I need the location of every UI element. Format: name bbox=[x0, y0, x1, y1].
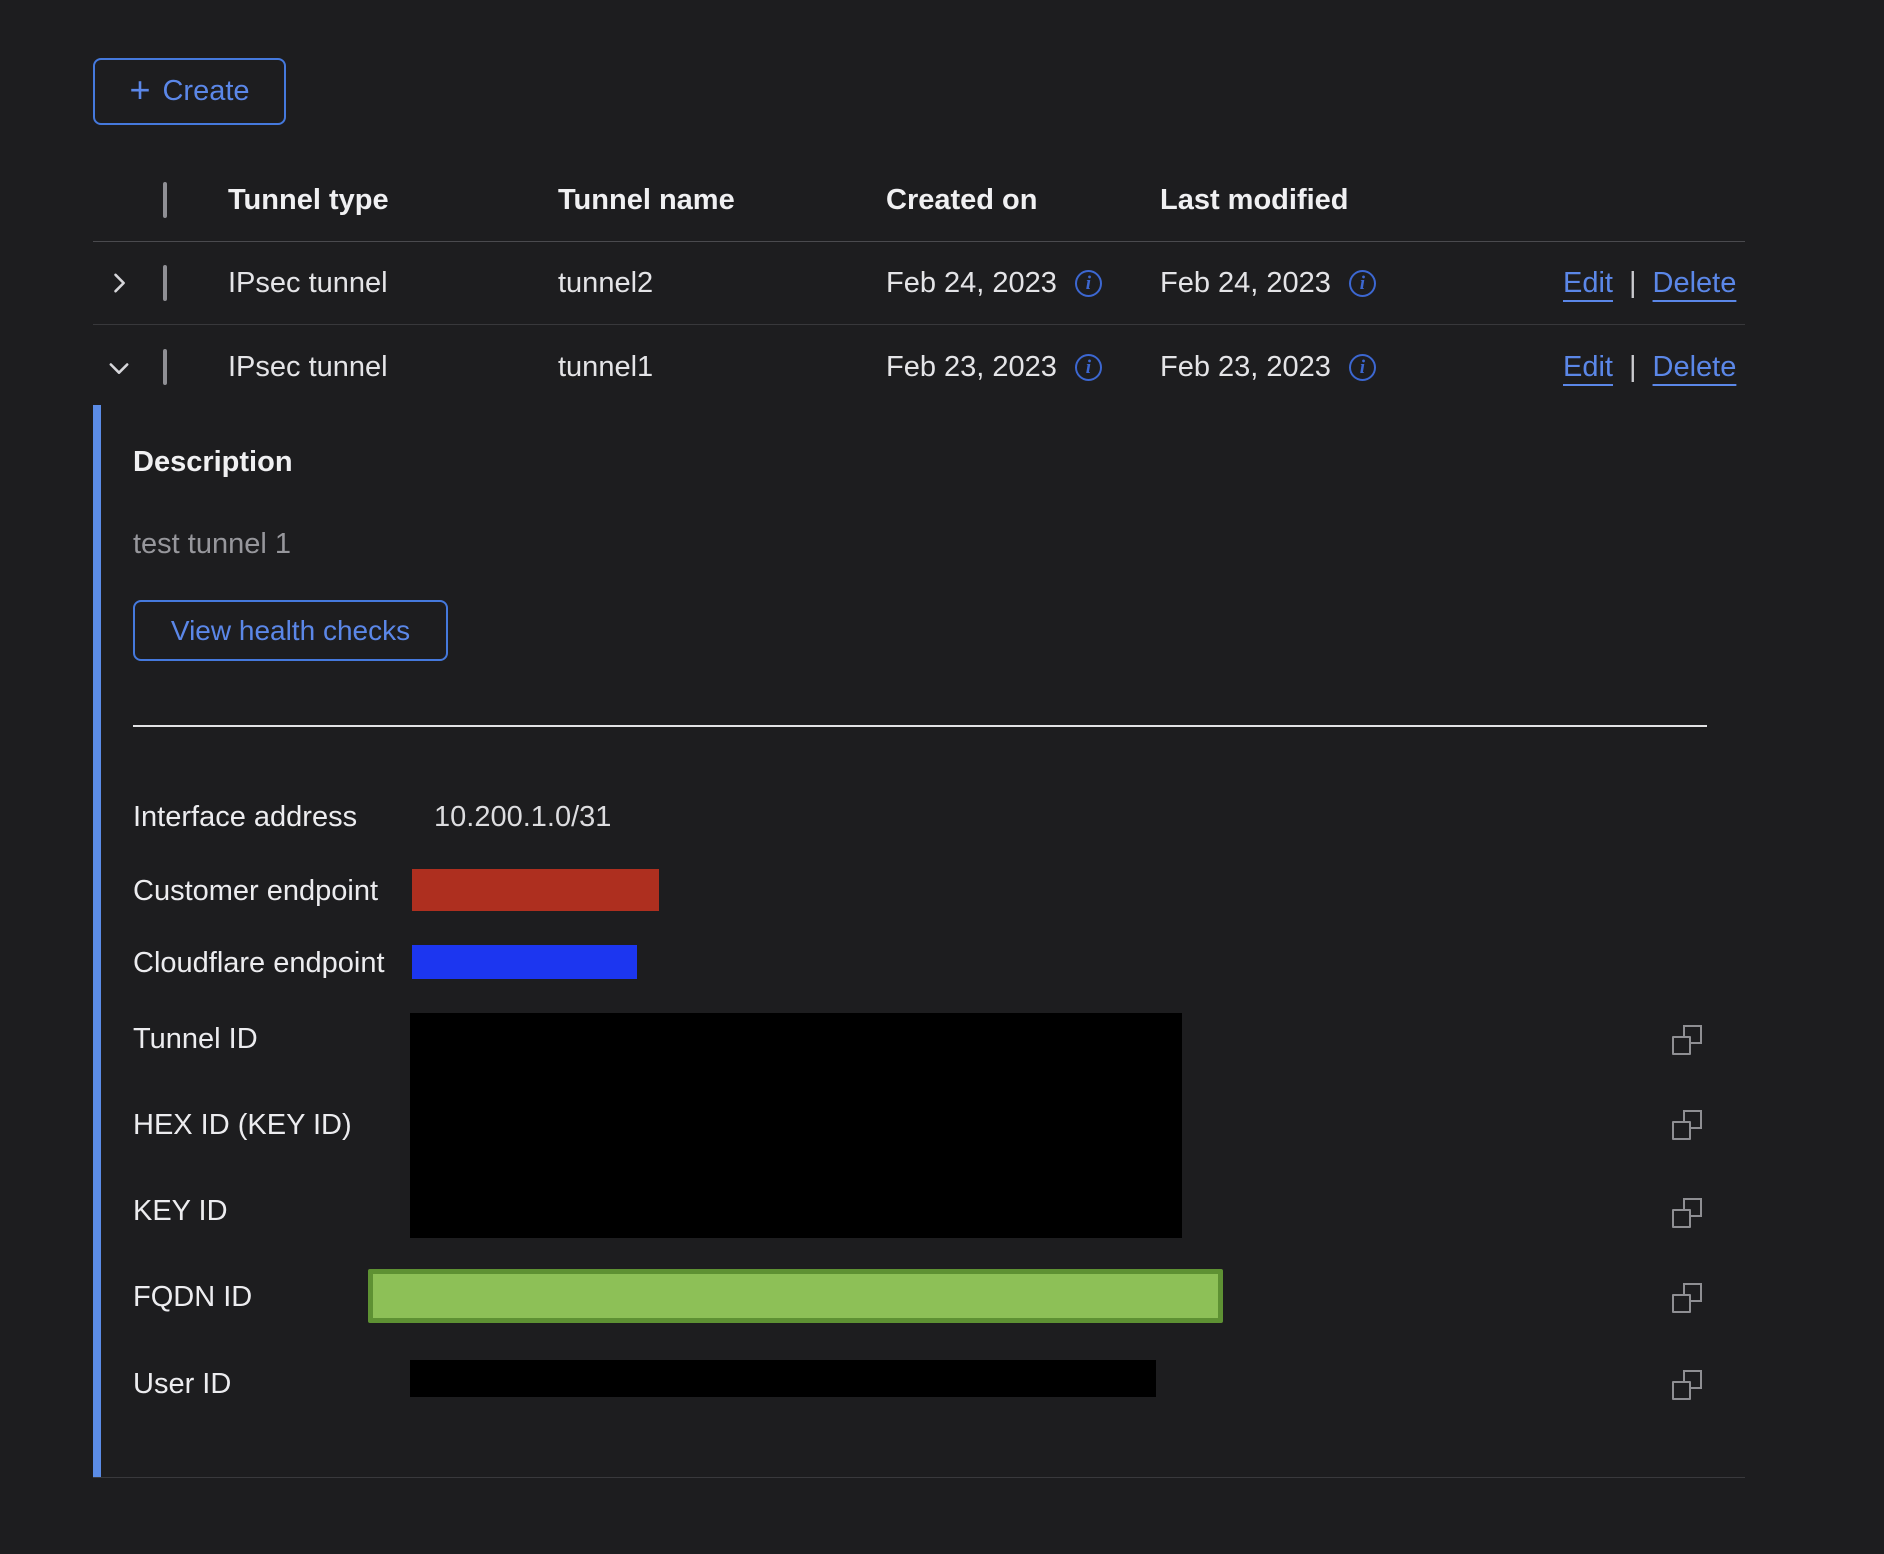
description-label: Description bbox=[133, 446, 293, 479]
interface-address-value: 10.200.1.0/31 bbox=[434, 801, 611, 834]
created-on-cell: Feb 23, 2023 bbox=[886, 351, 1057, 384]
fqdn-id-redacted-value bbox=[368, 1269, 1223, 1323]
row-checkbox[interactable] bbox=[163, 349, 167, 385]
ids-redacted-value bbox=[410, 1013, 1182, 1238]
tunnel-detail-panel: Description test tunnel 1 View health ch… bbox=[93, 410, 1745, 1478]
row-checkbox[interactable] bbox=[163, 265, 167, 301]
chevron-right-icon bbox=[105, 269, 133, 297]
edit-link[interactable]: Edit bbox=[1563, 267, 1613, 300]
action-separator: | bbox=[1629, 351, 1637, 384]
view-health-checks-button[interactable]: View health checks bbox=[133, 600, 448, 661]
expand-row-button[interactable] bbox=[99, 263, 139, 303]
interface-address-label: Interface address bbox=[133, 801, 357, 834]
tunnel-type-cell: IPsec tunnel bbox=[228, 267, 558, 300]
table-row-expanded: IPsec tunnel tunnel1 Feb 23, 2023 i Feb … bbox=[93, 325, 1745, 410]
expanded-row-accent-bar bbox=[93, 405, 101, 1477]
plus-icon: + bbox=[129, 72, 150, 108]
copy-fqdn-id-button[interactable] bbox=[1672, 1283, 1702, 1313]
create-button[interactable]: + Create bbox=[93, 58, 286, 125]
tunnel-name-cell: tunnel2 bbox=[558, 267, 886, 300]
column-header-tunnel-name: Tunnel name bbox=[558, 184, 886, 217]
fqdn-id-label: FQDN ID bbox=[133, 1281, 252, 1314]
info-icon[interactable]: i bbox=[1075, 354, 1102, 381]
tunnel-name-cell: tunnel1 bbox=[558, 351, 886, 384]
cloudflare-endpoint-label: Cloudflare endpoint bbox=[133, 947, 385, 980]
description-value: test tunnel 1 bbox=[133, 528, 291, 561]
column-header-tunnel-type: Tunnel type bbox=[228, 184, 558, 217]
collapse-row-button[interactable] bbox=[99, 348, 139, 388]
last-modified-cell: Feb 24, 2023 bbox=[1160, 267, 1331, 300]
table-row: IPsec tunnel tunnel2 Feb 24, 2023 i Feb … bbox=[93, 242, 1745, 325]
chevron-down-icon bbox=[105, 354, 133, 382]
column-header-last-modified: Last modified bbox=[1160, 184, 1543, 217]
table-header-row: Tunnel type Tunnel name Created on Last … bbox=[93, 160, 1745, 242]
delete-link[interactable]: Delete bbox=[1653, 267, 1737, 300]
user-id-redacted-value bbox=[410, 1360, 1156, 1397]
tunnels-table: Tunnel type Tunnel name Created on Last … bbox=[93, 160, 1745, 410]
copy-key-id-button[interactable] bbox=[1672, 1198, 1702, 1228]
tunnel-id-label: Tunnel ID bbox=[133, 1023, 258, 1056]
created-on-cell: Feb 24, 2023 bbox=[886, 267, 1057, 300]
divider bbox=[133, 725, 1707, 727]
select-all-checkbox[interactable] bbox=[163, 182, 167, 218]
hex-id-label: HEX ID (KEY ID) bbox=[133, 1109, 352, 1142]
tunnel-type-cell: IPsec tunnel bbox=[228, 351, 558, 384]
info-icon[interactable]: i bbox=[1349, 354, 1376, 381]
tunnels-page: { "toolbar": { "create_label": "Create",… bbox=[0, 0, 1884, 1554]
info-icon[interactable]: i bbox=[1349, 270, 1376, 297]
last-modified-cell: Feb 23, 2023 bbox=[1160, 351, 1331, 384]
customer-endpoint-redacted-value bbox=[412, 869, 659, 911]
key-id-label: KEY ID bbox=[133, 1195, 228, 1228]
copy-user-id-button[interactable] bbox=[1672, 1370, 1702, 1400]
info-icon[interactable]: i bbox=[1075, 270, 1102, 297]
copy-tunnel-id-button[interactable] bbox=[1672, 1025, 1702, 1055]
delete-link[interactable]: Delete bbox=[1653, 351, 1737, 384]
create-button-label: Create bbox=[162, 75, 249, 108]
customer-endpoint-label: Customer endpoint bbox=[133, 875, 378, 908]
copy-hex-id-button[interactable] bbox=[1672, 1110, 1702, 1140]
edit-link[interactable]: Edit bbox=[1563, 351, 1613, 384]
user-id-label: User ID bbox=[133, 1368, 231, 1401]
cloudflare-endpoint-redacted-value bbox=[412, 945, 637, 979]
action-separator: | bbox=[1629, 267, 1637, 300]
column-header-created-on: Created on bbox=[886, 184, 1160, 217]
